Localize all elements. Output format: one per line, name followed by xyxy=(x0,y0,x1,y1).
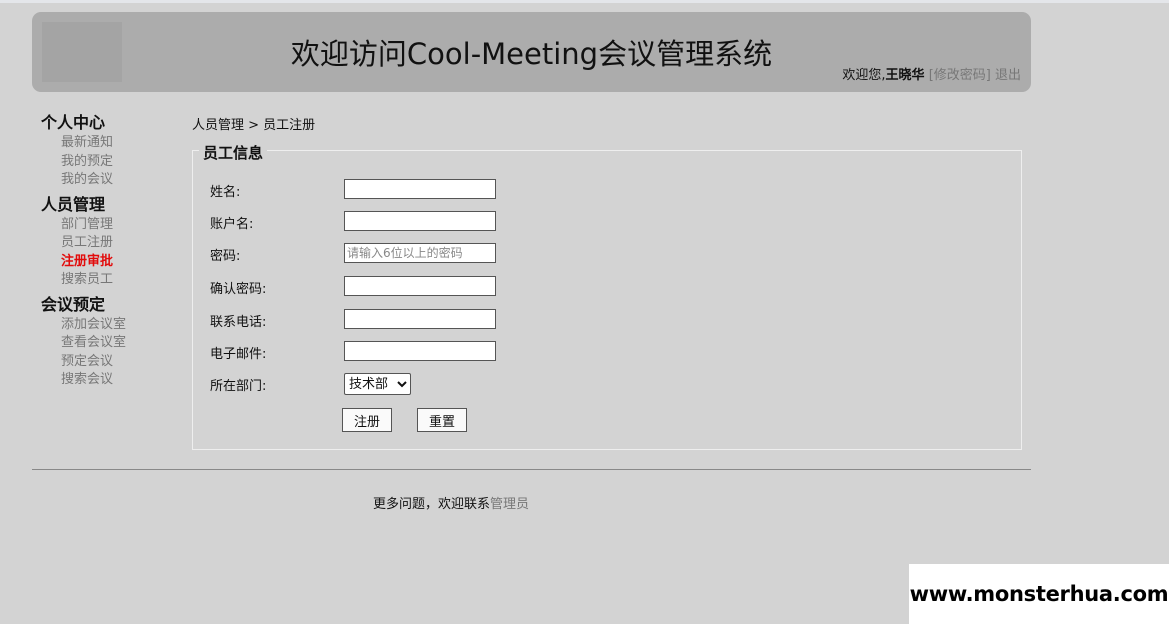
reset-button[interactable]: 重置 xyxy=(417,408,467,432)
password-label: 密码: xyxy=(210,249,241,264)
phone-input[interactable] xyxy=(344,309,496,329)
form-legend: 员工信息 xyxy=(199,142,268,163)
sidebar-item-approval[interactable]: 注册审批 xyxy=(61,253,181,272)
watermark: www.monsterhua.com xyxy=(909,564,1169,624)
confirm-password-label: 确认密码: xyxy=(210,282,267,297)
department-label: 所在部门: xyxy=(210,379,267,394)
form-row-name: 姓名: xyxy=(210,179,610,201)
sidebar: 个人中心 最新通知 我的预定 我的会议 人员管理 部门管理 员工注册 注册审批 … xyxy=(41,113,181,395)
user-bar: 欢迎您,王晓华 [修改密码] 退出 xyxy=(842,64,1021,83)
admin-contact-link[interactable]: 管理员 xyxy=(490,497,529,512)
sidebar-group-personal: 个人中心 最新通知 我的预定 我的会议 xyxy=(41,113,181,190)
sidebar-group-title: 会议预定 xyxy=(41,294,106,314)
staff-info-form: 员工信息 姓名: 账户名: 密码: 确认密码: 联系电话: 电子邮件: 所在部门… xyxy=(192,142,1022,450)
footer: 更多问题，欢迎联系管理员 xyxy=(373,493,529,512)
form-row-confirm: 确认密码: xyxy=(210,276,610,298)
sidebar-item-view-rooms[interactable]: 查看会议室 xyxy=(61,334,181,353)
form-row-department: 所在部门: 技术部 xyxy=(210,373,610,395)
sidebar-item-my-reservations[interactable]: 我的预定 xyxy=(61,153,181,172)
form-row-email: 电子邮件: xyxy=(210,341,610,363)
sidebar-item-book-meeting[interactable]: 预定会议 xyxy=(61,353,181,372)
sidebar-group-title: 人员管理 xyxy=(41,194,106,214)
phone-label: 联系电话: xyxy=(210,315,267,330)
welcome-text: 欢迎您, xyxy=(842,68,886,83)
user-name: 王晓华 xyxy=(885,68,925,83)
footer-text: 更多问题，欢迎联系 xyxy=(373,497,491,512)
sidebar-item-latest-notice[interactable]: 最新通知 xyxy=(61,134,181,153)
sidebar-group-title: 个人中心 xyxy=(41,113,106,132)
sidebar-group-meetings: 会议预定 添加会议室 查看会议室 预定会议 搜索会议 xyxy=(41,295,181,390)
change-password-link[interactable]: [修改密码] xyxy=(929,68,991,83)
sidebar-item-departments[interactable]: 部门管理 xyxy=(61,216,181,235)
name-label: 姓名: xyxy=(210,185,241,200)
confirm-password-input[interactable] xyxy=(344,276,496,296)
email-label: 电子邮件: xyxy=(210,347,267,362)
form-row-account: 账户名: xyxy=(210,211,610,233)
form-row-phone: 联系电话: xyxy=(210,309,610,331)
logout-link[interactable]: 退出 xyxy=(995,68,1021,83)
breadcrumb: 人员管理 > 员工注册 xyxy=(192,118,316,133)
sidebar-item-my-meetings[interactable]: 我的会议 xyxy=(61,171,181,190)
sidebar-group-staff: 人员管理 部门管理 员工注册 注册审批 搜索员工 xyxy=(41,195,181,290)
name-input[interactable] xyxy=(344,179,496,199)
page-header: 欢迎访问Cool-Meeting会议管理系统 欢迎您,王晓华 [修改密码] 退出 xyxy=(32,12,1031,92)
footer-divider xyxy=(32,469,1031,470)
sidebar-item-search-staff[interactable]: 搜索员工 xyxy=(61,271,181,290)
account-input[interactable] xyxy=(344,211,496,231)
email-input[interactable] xyxy=(344,341,496,361)
department-select[interactable]: 技术部 xyxy=(344,373,411,395)
register-button[interactable]: 注册 xyxy=(342,408,392,432)
top-strip xyxy=(0,0,1169,3)
sidebar-item-add-room[interactable]: 添加会议室 xyxy=(61,316,181,335)
password-input[interactable] xyxy=(344,243,496,263)
sidebar-item-register-staff[interactable]: 员工注册 xyxy=(61,234,181,253)
form-row-password: 密码: xyxy=(210,243,610,265)
sidebar-item-search-meeting[interactable]: 搜索会议 xyxy=(61,371,181,390)
account-label: 账户名: xyxy=(210,217,254,232)
